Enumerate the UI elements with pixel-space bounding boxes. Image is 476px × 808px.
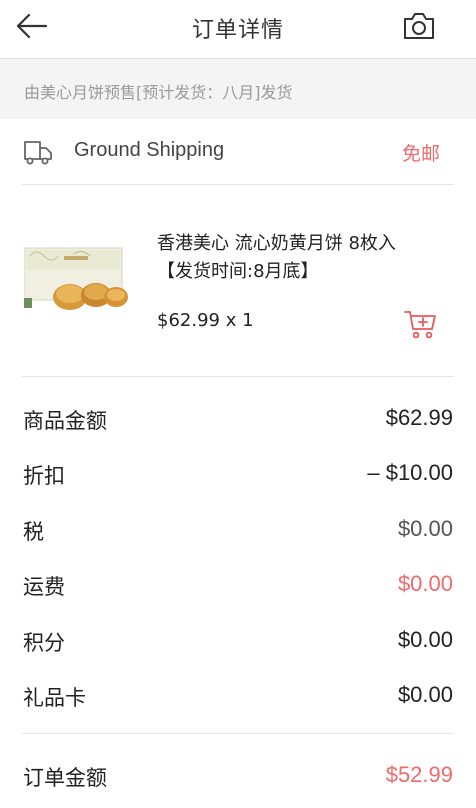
summary-row-discount: 折扣 – $10.00 [0,452,476,492]
top-nav-bar: 订单详情 [0,0,476,59]
divider [22,184,454,185]
notice-text: 由美心月饼预售[预计发货：八月]发货 [24,83,293,102]
divider [22,376,454,377]
summary-label: 税 [23,520,44,544]
summary-label: 礼品卡 [23,686,86,710]
order-total-row: 订单金额 $52.99 [0,754,476,794]
summary-value: $0.00 [397,516,453,541]
product-price-quantity: $62.99 x 1 [157,310,254,331]
summary-value: $62.99 [385,405,453,430]
summary-row-gift-card: 礼品卡 $0.00 [0,674,476,714]
summary-row-shipping: 运费 $0.00 [0,563,476,603]
add-to-cart-icon [404,311,436,339]
summary-label: 商品金额 [23,409,107,433]
shipping-price: 免邮 [401,143,440,165]
shipping-method-row: Ground Shipping 免邮 [0,119,476,185]
summary-value: $0.00 [397,571,453,596]
camera-button[interactable] [402,11,436,41]
summary-row-points: 积分 $0.00 [0,619,476,659]
truck-icon [24,141,52,165]
order-total-value: $52.99 [385,762,453,787]
presale-notice: 由美心月饼预售[预计发货：八月]发货 [0,59,476,119]
shipping-method-label: Ground Shipping [74,139,225,161]
add-to-cart-button[interactable] [403,308,439,340]
summary-value: $0.00 [397,627,453,652]
camera-icon [404,13,434,39]
summary-value: $0.00 [397,682,453,707]
product-title: 香港美心 流心奶黄月饼 8枚入 【发货时间:8月底】 [157,233,396,282]
summary-label: 积分 [23,631,65,655]
summary-label: 折扣 [23,464,65,488]
summary-label: 运费 [23,575,65,599]
order-total-label: 订单金额 [23,766,107,790]
product-image [24,247,128,310]
summary-value: – $10.00 [367,460,453,485]
divider [22,733,454,734]
product-item[interactable]: 香港美心 流心奶黄月饼 8枚入 【发货时间:8月底】 $62.99 x 1 [0,186,476,376]
summary-row-tax: 税 $0.00 [0,508,476,548]
summary-row-subtotal: 商品金额 $62.99 [0,397,476,437]
